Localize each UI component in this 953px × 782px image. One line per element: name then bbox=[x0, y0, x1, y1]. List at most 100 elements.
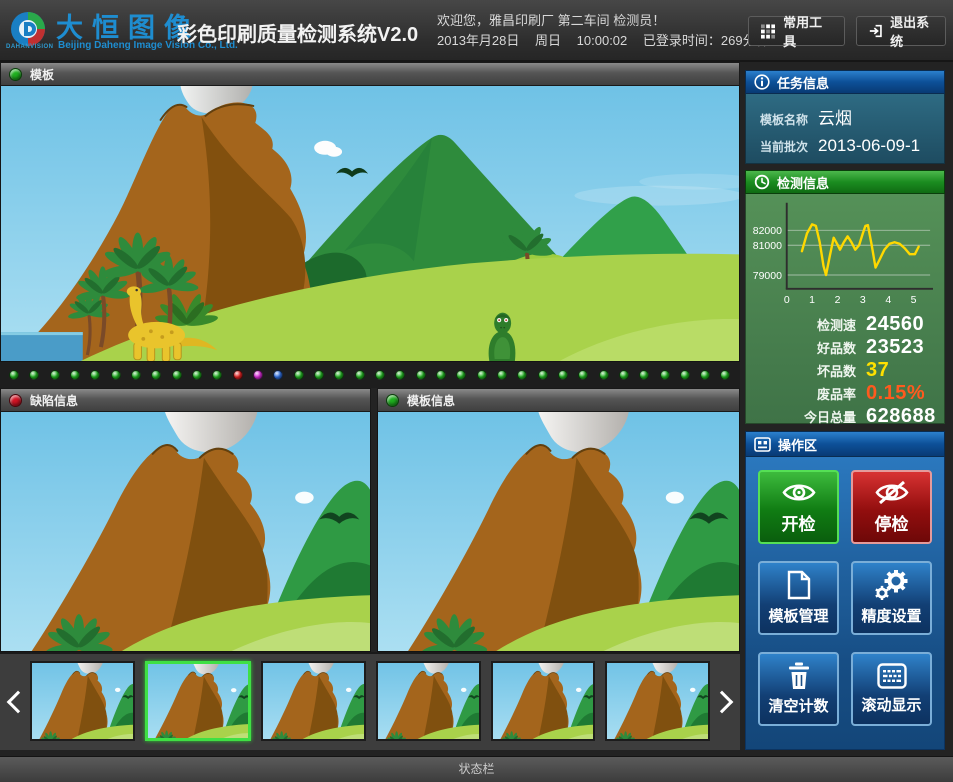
svg-text:79000: 79000 bbox=[753, 270, 782, 282]
operations-panel: 操作区 开检 停检 bbox=[745, 431, 945, 750]
indicator-dot bbox=[517, 370, 527, 380]
stop-inspection-label: 停检 bbox=[875, 510, 909, 535]
filmstrip-next-arrow[interactable] bbox=[711, 691, 734, 714]
indicator-dot bbox=[314, 370, 324, 380]
template-info-panel-header: 模板信息 bbox=[377, 388, 740, 412]
common-tools-label: 常用工具 bbox=[783, 12, 832, 50]
welcome-text: 欢迎您，雅昌印刷厂 第二车间 检测员！ bbox=[437, 11, 737, 31]
stat-value: 23523 bbox=[866, 336, 924, 359]
operations-header: 操作区 bbox=[745, 431, 945, 457]
indicator-dot bbox=[456, 370, 466, 380]
precision-settings-label: 精度设置 bbox=[861, 605, 921, 626]
indicator-dot bbox=[477, 370, 487, 380]
svg-text:1: 1 bbox=[809, 294, 815, 306]
task-info-panel: 任务信息 模板名称 云烟 当前批次 2013-06-09-1 bbox=[745, 70, 945, 164]
filmstrip-thumbs bbox=[30, 661, 710, 745]
indicator-dot bbox=[619, 370, 629, 380]
logout-icon bbox=[869, 23, 882, 39]
start-inspection-button[interactable]: 开检 bbox=[758, 470, 839, 544]
svg-text:82000: 82000 bbox=[753, 225, 782, 237]
stat-label: 好品数 bbox=[752, 338, 856, 357]
indicator-dot bbox=[436, 370, 446, 380]
indicator-dot bbox=[720, 370, 730, 380]
speed-chart: 820008100079000012345 bbox=[752, 198, 940, 306]
title-bar: DAHANVISION 大恒图像 Beijing Daheng Image Vi… bbox=[0, 0, 953, 62]
filmstrip-thumb[interactable] bbox=[491, 661, 596, 741]
template-image bbox=[0, 86, 740, 362]
stat-label: 坏品数 bbox=[752, 361, 856, 380]
stop-inspection-button[interactable]: 停检 bbox=[851, 470, 932, 544]
indicator-dot bbox=[660, 370, 670, 380]
indicator-dot bbox=[111, 370, 121, 380]
datetime-line: 2013年月28日 周日 10:00:02 已登录时间：269分种 bbox=[437, 31, 737, 51]
task-info-body: 模板名称 云烟 当前批次 2013-06-09-1 bbox=[745, 94, 945, 164]
indicator-dot bbox=[151, 370, 161, 380]
indicator-dot bbox=[578, 370, 588, 380]
exit-system-label: 退出系统 bbox=[890, 12, 933, 50]
clear-count-label: 清空计数 bbox=[768, 695, 828, 716]
grid-icon bbox=[761, 24, 775, 39]
exit-system-button[interactable]: 退出系统 bbox=[856, 16, 946, 46]
stat-row: 今日总量628688 bbox=[752, 405, 940, 428]
indicator-dot bbox=[497, 370, 507, 380]
time-text: 10:00:02 bbox=[577, 33, 628, 48]
filmstrip-prev-arrow[interactable] bbox=[7, 691, 30, 714]
welcome-block: 欢迎您，雅昌印刷厂 第二车间 检测员！ 2013年月28日 周日 10:00:0… bbox=[437, 11, 737, 51]
marquee-icon bbox=[877, 663, 907, 689]
common-tools-button[interactable]: 常用工具 bbox=[748, 16, 845, 46]
document-icon bbox=[786, 570, 812, 600]
template-manage-button[interactable]: 模板管理 bbox=[758, 561, 839, 635]
filmstrip-thumb[interactable] bbox=[376, 661, 481, 741]
eye-off-icon bbox=[874, 480, 910, 505]
indicator-dot bbox=[212, 370, 222, 380]
indicator-dot bbox=[131, 370, 141, 380]
green-led-icon bbox=[9, 68, 22, 81]
operations-body: 开检 停检 模板管理 bbox=[745, 457, 945, 750]
scroll-display-button[interactable]: 滚动显示 bbox=[851, 652, 932, 726]
stat-value: 37 bbox=[866, 359, 889, 382]
task-row: 模板名称 云烟 bbox=[760, 104, 944, 129]
template-panel-header: 模板 bbox=[0, 62, 740, 86]
trash-icon bbox=[787, 662, 811, 690]
gears-icon bbox=[875, 570, 909, 600]
template-info-panel-title: 模板信息 bbox=[407, 392, 455, 409]
filmstrip-thumb[interactable] bbox=[605, 661, 710, 741]
indicator-dot bbox=[639, 370, 649, 380]
defect-image bbox=[0, 412, 371, 652]
filmstrip-thumb[interactable] bbox=[30, 661, 135, 741]
inspection-info-panel: 检测信息 820008100079000012345 检测速24560好品数23… bbox=[745, 170, 945, 424]
inspection-info-title: 检测信息 bbox=[777, 173, 829, 192]
inspection-stats: 检测速24560好品数23523坏品数37废品率0.15%今日总量628688 bbox=[752, 313, 940, 428]
indicator-dot bbox=[416, 370, 426, 380]
stat-value: 0.15% bbox=[866, 382, 925, 405]
precision-settings-button[interactable]: 精度设置 bbox=[851, 561, 932, 635]
task-row: 当前批次 2013-06-09-1 bbox=[760, 136, 944, 156]
indicator-dot bbox=[50, 370, 60, 380]
svg-text:4: 4 bbox=[885, 294, 891, 306]
info-icon bbox=[754, 74, 770, 90]
history-clock-icon bbox=[754, 174, 770, 190]
stat-row: 检测速 24560 bbox=[752, 313, 940, 336]
indicator-dot bbox=[294, 370, 304, 380]
filmstrip-thumb[interactable] bbox=[145, 661, 252, 741]
indicator-dot bbox=[375, 370, 385, 380]
task-info-header: 任务信息 bbox=[745, 70, 945, 94]
svg-text:5: 5 bbox=[911, 294, 917, 306]
inspection-body: 820008100079000012345 检测速24560好品数23523坏品… bbox=[745, 194, 945, 424]
indicator-dot bbox=[192, 370, 202, 380]
stat-label: 检测速 bbox=[752, 315, 856, 334]
indicator-dot bbox=[29, 370, 39, 380]
daheng-logo-icon bbox=[8, 9, 48, 49]
inspection-info-header: 检测信息 bbox=[745, 170, 945, 194]
indicator-dot bbox=[355, 370, 365, 380]
filmstrip-thumb[interactable] bbox=[261, 661, 366, 741]
template-name-value: 云烟 bbox=[818, 104, 852, 129]
template-manage-label: 模板管理 bbox=[768, 605, 828, 626]
indicator-dot bbox=[273, 370, 283, 380]
template-name-label: 模板名称 bbox=[760, 111, 808, 128]
svg-text:81000: 81000 bbox=[753, 240, 782, 252]
stat-value: 24560 bbox=[866, 313, 924, 336]
clear-count-button[interactable]: 清空计数 bbox=[758, 652, 839, 726]
control-panel-icon bbox=[754, 437, 771, 452]
stat-value: 628688 bbox=[866, 405, 936, 428]
